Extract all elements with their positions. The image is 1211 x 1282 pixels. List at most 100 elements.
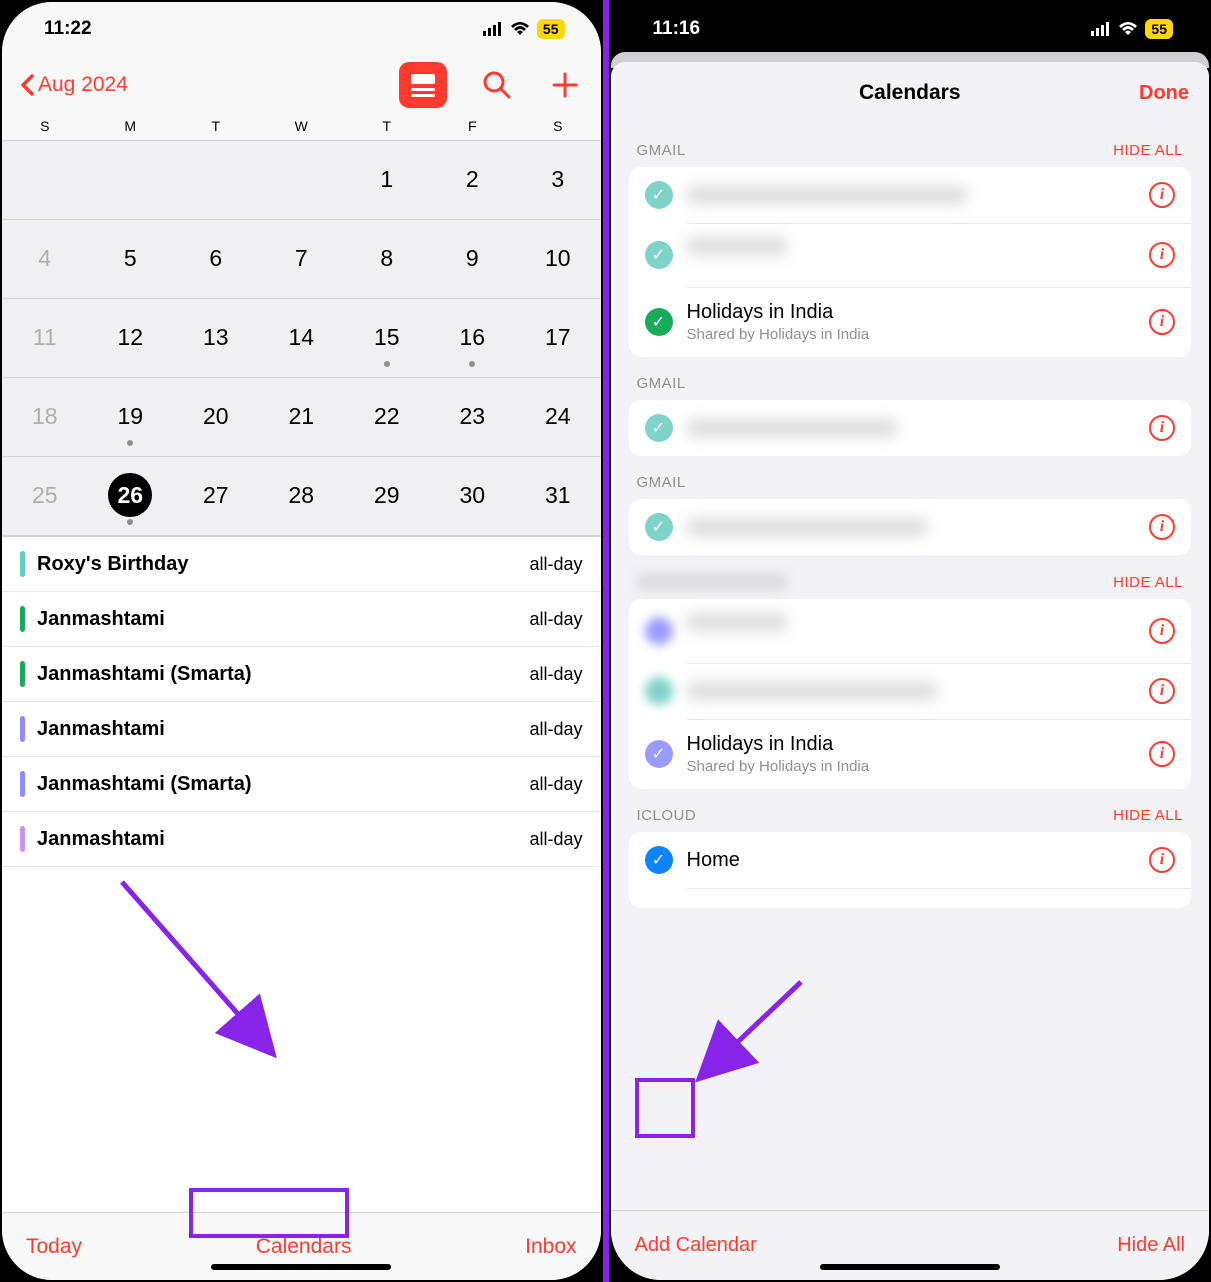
- today-button[interactable]: Today: [26, 1235, 82, 1259]
- day-cell[interactable]: 9: [430, 220, 516, 298]
- event-row[interactable]: Roxy's Birthdayall-day: [2, 537, 601, 592]
- sheet-title: Calendars: [859, 81, 961, 105]
- day-cell[interactable]: 28: [259, 457, 345, 535]
- battery-indicator: 55: [537, 19, 565, 39]
- day-cell[interactable]: 4: [2, 220, 88, 298]
- day-cell[interactable]: 20: [173, 378, 259, 456]
- calendar-app: 11:22 55 Aug 2024: [2, 2, 601, 1280]
- plus-icon: [551, 71, 579, 99]
- day-cell[interactable]: 6: [173, 220, 259, 298]
- hide-all-button[interactable]: HIDE ALL: [1113, 807, 1183, 824]
- day-cell[interactable]: 8: [344, 220, 430, 298]
- calendar-name: Home: [687, 849, 1136, 872]
- day-cell[interactable]: [2, 141, 88, 219]
- check-icon[interactable]: ✓: [645, 740, 673, 768]
- calendar-item[interactable]: ✓i: [629, 400, 1192, 456]
- event-row[interactable]: Janmashtamiall-day: [2, 592, 601, 647]
- day-cell[interactable]: 10: [515, 220, 601, 298]
- day-cell[interactable]: 17: [515, 299, 601, 377]
- check-icon[interactable]: ✓: [645, 181, 673, 209]
- day-cell[interactable]: 13: [173, 299, 259, 377]
- calendar-name: Holidays in India: [687, 733, 1136, 756]
- hide-all-footer-button[interactable]: Hide All: [1117, 1234, 1185, 1257]
- add-calendar-button[interactable]: Add Calendar: [635, 1234, 757, 1257]
- day-cell[interactable]: 3: [515, 141, 601, 219]
- day-cell[interactable]: 23: [430, 378, 516, 456]
- status-bar: 11:22 55: [2, 2, 601, 56]
- screenshot-divider: [603, 0, 609, 1282]
- sheet-content[interactable]: GMAIL HIDE ALL ✓i ✓i ✓Holidays in IndiaS…: [611, 124, 1210, 1210]
- day-cell[interactable]: [88, 141, 174, 219]
- info-button[interactable]: i: [1149, 514, 1175, 540]
- add-event-button[interactable]: [547, 67, 583, 103]
- check-icon[interactable]: ✓: [645, 241, 673, 269]
- day-cell[interactable]: 22: [344, 378, 430, 456]
- info-button[interactable]: i: [1149, 618, 1175, 644]
- chevron-left-icon: [20, 74, 34, 96]
- calendar-group: ✓ Homei: [629, 832, 1192, 908]
- day-cell-today[interactable]: 26: [88, 457, 174, 535]
- info-button[interactable]: i: [1149, 309, 1175, 335]
- day-cell[interactable]: 12: [88, 299, 174, 377]
- day-cell[interactable]: 14: [259, 299, 345, 377]
- info-button[interactable]: i: [1149, 182, 1175, 208]
- calendar-group: ✓i: [629, 400, 1192, 456]
- day-cell[interactable]: 25: [2, 457, 88, 535]
- info-button[interactable]: i: [1149, 678, 1175, 704]
- info-button[interactable]: i: [1149, 847, 1175, 873]
- day-cell[interactable]: 19: [88, 378, 174, 456]
- calendar-item[interactable]: ✓i: [629, 167, 1192, 223]
- home-indicator[interactable]: [211, 1264, 391, 1270]
- hide-all-button[interactable]: HIDE ALL: [1113, 574, 1183, 591]
- calendar-item-partial[interactable]: [629, 888, 1192, 908]
- info-button[interactable]: i: [1149, 242, 1175, 268]
- day-cell[interactable]: 27: [173, 457, 259, 535]
- weekday-label: T: [344, 118, 430, 134]
- check-icon[interactable]: ✓: [645, 308, 673, 336]
- day-cell[interactable]: 29: [344, 457, 430, 535]
- calendar-item[interactable]: i: [629, 599, 1192, 663]
- list-toggle-button[interactable]: [399, 62, 447, 108]
- hide-all-button[interactable]: HIDE ALL: [1113, 142, 1183, 159]
- day-cell[interactable]: 30: [430, 457, 516, 535]
- day-cell[interactable]: 1: [344, 141, 430, 219]
- month-label: Aug 2024: [38, 73, 128, 97]
- home-indicator[interactable]: [820, 1264, 1000, 1270]
- event-row[interactable]: Janmashtami (Smarta)all-day: [2, 757, 601, 812]
- info-button[interactable]: i: [1149, 741, 1175, 767]
- check-icon[interactable]: [645, 617, 673, 645]
- event-row[interactable]: Janmashtami (Smarta)all-day: [2, 647, 601, 702]
- day-cell[interactable]: 5: [88, 220, 174, 298]
- check-icon[interactable]: [645, 677, 673, 705]
- calendar-item[interactable]: i: [629, 663, 1192, 719]
- day-cell[interactable]: [259, 141, 345, 219]
- calendar-item[interactable]: ✓Holidays in IndiaShared by Holidays in …: [629, 719, 1192, 789]
- day-cell[interactable]: 11: [2, 299, 88, 377]
- calendar-item[interactable]: ✓i: [629, 223, 1192, 287]
- event-row[interactable]: Janmashtamiall-day: [2, 812, 601, 867]
- calendar-item-home[interactable]: ✓ Homei: [629, 832, 1192, 888]
- weekday-label: F: [430, 118, 516, 134]
- check-icon[interactable]: ✓: [645, 513, 673, 541]
- day-cell[interactable]: 16: [430, 299, 516, 377]
- day-cell[interactable]: 7: [259, 220, 345, 298]
- event-row[interactable]: Janmashtamiall-day: [2, 702, 601, 757]
- inbox-button[interactable]: Inbox: [525, 1235, 576, 1259]
- calendar-item[interactable]: ✓i: [629, 499, 1192, 555]
- calendar-item[interactable]: ✓Holidays in IndiaShared by Holidays in …: [629, 287, 1192, 357]
- search-button[interactable]: [479, 67, 515, 103]
- check-icon[interactable]: ✓: [645, 846, 673, 874]
- day-cell[interactable]: 21: [259, 378, 345, 456]
- done-button[interactable]: Done: [1139, 82, 1189, 105]
- day-cell[interactable]: 2: [430, 141, 516, 219]
- info-button[interactable]: i: [1149, 415, 1175, 441]
- check-icon[interactable]: ✓: [645, 414, 673, 442]
- day-cell[interactable]: 24: [515, 378, 601, 456]
- day-cell[interactable]: 15: [344, 299, 430, 377]
- day-cell[interactable]: 18: [2, 378, 88, 456]
- calendars-button[interactable]: Calendars: [256, 1235, 352, 1259]
- calendars-sheet-screen: 11:16 55 Calendars Done GMAIL HIDE ALL ✓…: [611, 2, 1210, 1280]
- back-month-button[interactable]: Aug 2024: [20, 73, 128, 97]
- day-cell[interactable]: [173, 141, 259, 219]
- day-cell[interactable]: 31: [515, 457, 601, 535]
